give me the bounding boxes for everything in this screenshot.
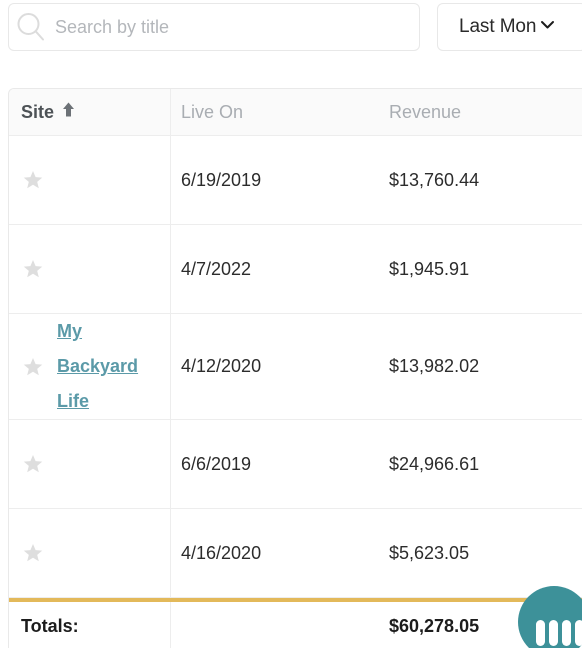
site-link[interactable]: My Backyard Life	[57, 321, 138, 411]
cell-totals-live-on	[171, 602, 381, 648]
cell-revenue-value: $13,982.02	[389, 356, 480, 376]
cell-revenue: $13,982.02	[381, 314, 582, 419]
cell-revenue: $5,623.05	[381, 509, 582, 597]
column-header-revenue[interactable]: Revenue	[381, 89, 582, 135]
column-header-site[interactable]: Site	[9, 89, 171, 135]
cell-site	[9, 509, 171, 597]
cell-site	[9, 136, 171, 224]
cell-revenue: $1,945.91	[381, 225, 582, 313]
column-header-revenue-label: Revenue	[389, 101, 462, 122]
toolbar: Last Mon	[0, 0, 582, 60]
star-icon[interactable]	[9, 169, 57, 191]
cell-revenue: $13,760.44	[381, 136, 582, 224]
table-header-row: Site Live On Revenue	[9, 89, 582, 136]
star-icon[interactable]	[9, 542, 57, 564]
totals-revenue-value: $60,278.05	[389, 615, 480, 636]
totals-row: Totals: $60,278.05	[9, 602, 582, 648]
chevron-down-icon	[538, 15, 557, 39]
star-icon[interactable]	[9, 258, 57, 280]
cell-live-on-value: 6/19/2019	[181, 169, 262, 190]
table-row: 6/6/2019 $24,966.61	[9, 420, 582, 509]
cell-site	[9, 420, 171, 508]
cell-live-on: 4/12/2020	[171, 314, 381, 419]
table-row: 4/7/2022 $1,945.91	[9, 225, 582, 314]
cell-live-on: 6/6/2019	[171, 420, 381, 508]
search-box[interactable]	[8, 3, 420, 51]
cell-site	[9, 225, 171, 313]
date-range-label: Last Mon	[459, 16, 537, 37]
revenue-table-page: Last Mon Site	[0, 0, 582, 648]
column-header-live-on-label: Live On	[181, 101, 244, 122]
table-row: My Backyard Life 4/12/2020 $13,982.02	[9, 314, 582, 420]
cell-site-label: My Backyard Life	[57, 314, 170, 419]
column-header-site-label: Site	[21, 101, 55, 122]
search-icon	[9, 4, 53, 50]
cell-live-on: 4/7/2022	[171, 225, 381, 313]
cell-revenue-value: $13,760.44	[389, 169, 480, 190]
cell-revenue-value: $24,966.61	[389, 453, 480, 474]
cell-live-on: 6/19/2019	[171, 136, 381, 224]
cell-revenue: $24,966.61	[381, 420, 582, 508]
totals-label: Totals:	[21, 615, 79, 636]
cell-live-on-value: 4/7/2022	[181, 258, 252, 279]
cell-revenue-value: $5,623.05	[389, 542, 470, 563]
star-icon[interactable]	[9, 453, 57, 475]
date-range-dropdown[interactable]: Last Mon	[437, 3, 582, 51]
cell-totals-label: Totals:	[9, 602, 171, 648]
cell-live-on-value: 4/16/2020	[181, 542, 262, 563]
arrow-up-icon	[61, 101, 76, 123]
cell-live-on-value: 4/12/2020	[181, 356, 262, 376]
cell-site: My Backyard Life	[9, 314, 171, 419]
revenue-table: Site Live On Revenue 6/19/2019 $13,760.4…	[8, 88, 582, 648]
table-row: 4/16/2020 $5,623.05	[9, 509, 582, 598]
cell-revenue-value: $1,945.91	[389, 258, 470, 279]
table-row: 6/19/2019 $13,760.44	[9, 136, 582, 225]
column-header-live-on[interactable]: Live On	[171, 89, 381, 135]
search-input[interactable]	[53, 5, 419, 49]
star-icon[interactable]	[9, 356, 57, 378]
cell-live-on-value: 6/6/2019	[181, 453, 252, 474]
cell-live-on: 4/16/2020	[171, 509, 381, 597]
